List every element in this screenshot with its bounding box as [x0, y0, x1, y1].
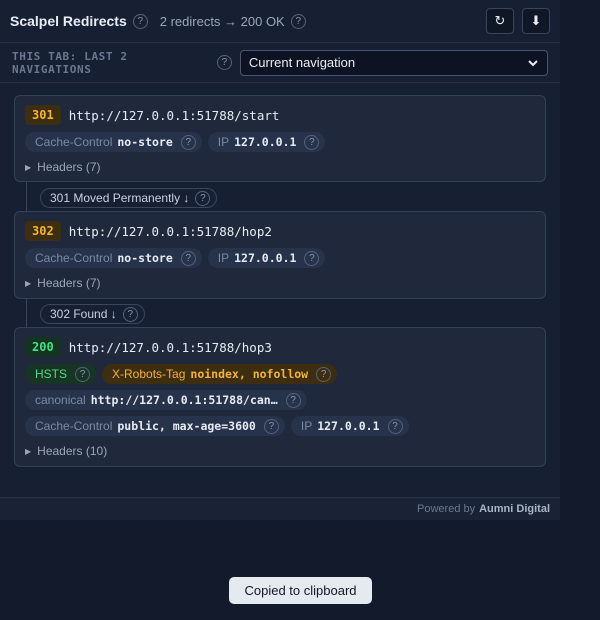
transition-pill: 301 Moved Permanently ↓ ?	[40, 188, 218, 208]
download-button[interactable]: ⬇	[522, 8, 550, 34]
ip-chip: IP 127.0.0.1 ?	[207, 248, 326, 268]
app-title: Scalpel Redirects	[10, 13, 127, 29]
refresh-icon: ↻	[494, 13, 506, 28]
footer-prefix: Powered by	[417, 503, 476, 515]
headers-toggle[interactable]: ▶ Headers (10)	[25, 442, 535, 460]
cache-control-chip: Cache-Control no-store ?	[25, 132, 202, 152]
popup-panel: Scalpel Redirects ? 2 redirects → 200 OK…	[0, 0, 560, 520]
headers-toggle[interactable]: ▶ Headers (7)	[25, 158, 535, 176]
footer: Powered by Aumni Digital	[0, 497, 560, 520]
help-icon[interactable]: ?	[304, 134, 320, 150]
headers-label: Headers (10)	[37, 444, 108, 458]
cache-control-label: Cache-Control	[35, 419, 113, 433]
headers-label: Headers (7)	[37, 276, 101, 290]
x-robots-tag-label: X-Robots-Tag	[112, 367, 186, 381]
footer-brand[interactable]: Aumni Digital	[479, 503, 550, 515]
header-bar: Scalpel Redirects ? 2 redirects → 200 OK…	[0, 0, 560, 43]
help-icon[interactable]: ?	[195, 190, 211, 206]
toast-notification: Copied to clipboard	[229, 577, 372, 604]
canonical-chip: canonical http://127.0.0.1:51788/can… ?	[25, 390, 307, 410]
ip-value: 127.0.0.1	[317, 419, 380, 433]
caret-right-icon: ▶	[25, 162, 32, 172]
transition-pill: 302 Found ↓ ?	[40, 304, 145, 324]
hop-url[interactable]: http://127.0.0.1:51788/hop2	[69, 224, 272, 239]
hop-connector	[26, 182, 27, 212]
cache-control-chip: Cache-Control no-store ?	[25, 248, 202, 268]
help-icon[interactable]: ?	[180, 134, 196, 150]
headers-label: Headers (7)	[37, 160, 101, 174]
hop-url[interactable]: http://127.0.0.1:51788/start	[69, 108, 280, 123]
help-icon[interactable]: ?	[263, 418, 279, 434]
ip-label: IP	[300, 419, 313, 433]
caret-right-icon: ▶	[25, 446, 32, 456]
help-icon[interactable]: ?	[132, 13, 148, 29]
refresh-button[interactable]: ↻	[486, 8, 514, 34]
ip-value: 127.0.0.1	[234, 251, 297, 265]
canonical-label: canonical	[35, 393, 86, 407]
cache-control-value: public, max-age=3600	[117, 419, 256, 433]
headers-toggle[interactable]: ▶ Headers (7)	[25, 274, 535, 292]
ip-chip: IP 127.0.0.1 ?	[290, 416, 409, 436]
caret-right-icon: ▶	[25, 278, 32, 288]
help-icon[interactable]: ?	[290, 13, 306, 29]
x-robots-tag-chip: X-Robots-Tag noindex, nofollow ?	[102, 364, 338, 384]
cache-control-label: Cache-Control	[35, 135, 113, 149]
hop-card: 302 http://127.0.0.1:51788/hop2 Cache-Co…	[14, 211, 546, 299]
hsts-chip: HSTS ?	[25, 364, 97, 384]
download-icon: ⬇	[530, 13, 542, 28]
navigation-select[interactable]: Current navigation	[239, 49, 548, 76]
canonical-value[interactable]: http://127.0.0.1:51788/can…	[91, 393, 278, 407]
help-icon[interactable]: ?	[122, 306, 138, 322]
status-badge: 302	[25, 221, 61, 241]
hop-connector	[26, 299, 27, 328]
help-icon[interactable]: ?	[285, 392, 301, 408]
navigation-select-value: Current navigation	[248, 55, 356, 70]
redirect-summary: 2 redirects → 200 OK	[159, 13, 285, 29]
ip-label: IP	[217, 135, 230, 149]
cache-control-chip: Cache-Control public, max-age=3600 ?	[25, 416, 285, 436]
x-robots-tag-value: noindex, nofollow	[190, 367, 309, 381]
status-badge: 200	[25, 337, 61, 357]
cache-control-value: no-store	[117, 251, 173, 265]
ip-value: 127.0.0.1	[234, 135, 297, 149]
navigation-label: THIS TAB: LAST 2 NAVIGATIONS	[12, 49, 128, 76]
chevron-down-icon	[528, 59, 538, 66]
transition-label: 301 Moved Permanently ↓	[50, 191, 190, 205]
ip-chip: IP 127.0.0.1 ?	[207, 132, 326, 152]
hop-card: 301 http://127.0.0.1:51788/start Cache-C…	[14, 95, 546, 182]
transition-label: 302 Found ↓	[50, 307, 117, 321]
help-icon[interactable]: ?	[387, 418, 403, 434]
ip-label: IP	[217, 251, 230, 265]
hsts-label: HSTS	[35, 367, 68, 381]
cache-control-value: no-store	[117, 135, 173, 149]
help-icon[interactable]: ?	[216, 55, 232, 70]
help-icon[interactable]: ?	[316, 366, 332, 382]
hop-card: 200 http://127.0.0.1:51788/hop3 HSTS ? X…	[14, 327, 546, 467]
status-badge: 301	[25, 105, 61, 125]
navigation-bar: THIS TAB: LAST 2 NAVIGATIONS ? Current n…	[0, 43, 560, 83]
cache-control-label: Cache-Control	[35, 251, 113, 265]
help-icon[interactable]: ?	[304, 250, 320, 266]
hop-url[interactable]: http://127.0.0.1:51788/hop3	[69, 340, 272, 355]
help-icon[interactable]: ?	[75, 366, 91, 382]
help-icon[interactable]: ?	[180, 250, 196, 266]
